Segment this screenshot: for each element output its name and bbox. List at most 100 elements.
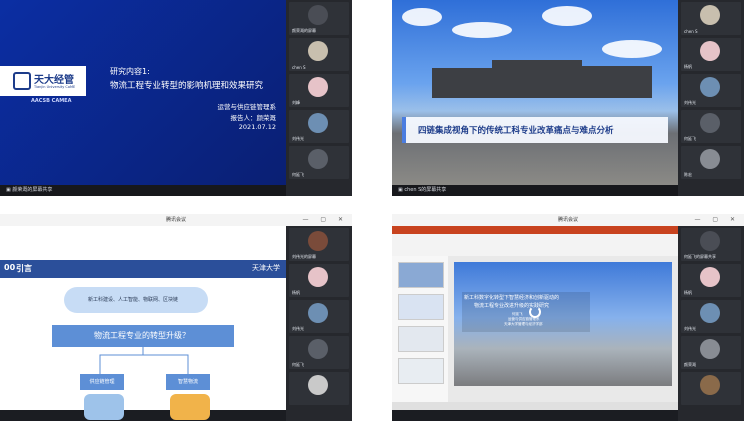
building [432, 68, 492, 98]
participant-tile[interactable]: 刘伟光 [681, 74, 741, 107]
avatar [308, 5, 328, 25]
participant-tile[interactable]: 刘伟光 [289, 110, 349, 143]
avatar [308, 113, 328, 133]
avatar [700, 5, 720, 25]
participant-tile[interactable]: chen S [681, 2, 741, 35]
participant-name: 刘伟光 [292, 136, 304, 141]
slide-header: 00 引言 天津大学 [0, 260, 286, 278]
question-text: 物流工程专业的转型升级？ [94, 331, 190, 340]
meeting-window-top-right: 四链集成视角下的传统工科专业改革痛点与难点分析 ▣ chen S的屏幕共享 ch… [392, 0, 744, 196]
participant-sidebar: 颜荣溉的屏幕 chen S 刘峰 刘伟光 何延飞 [286, 0, 352, 196]
participant-sidebar: 何延飞的屏幕共享 杨帆 刘伟光 颜荣溉 [678, 226, 744, 421]
section-number: 00 [4, 263, 16, 272]
powerpoint-window: 新工科数字化转型下智慧经济和创新驱动的 物流工程专业改进升级的实践研究 何延飞 … [392, 226, 678, 410]
participant-name: 颜荣溉的屏幕 [292, 28, 316, 33]
window-controls[interactable]: — ▢ ✕ [302, 214, 348, 226]
slide-org2: 天津大学管理与经济学部 [504, 322, 543, 326]
emblem-icon [13, 72, 31, 90]
share-status-bar: ▣ chen S的屏幕共享 [392, 185, 678, 196]
share-status-text: 颜荣溉的屏幕共享 [12, 187, 53, 193]
participant-tile[interactable]: 刘峰 [289, 74, 349, 107]
participant-name: 杨帆 [292, 290, 300, 295]
window-controls[interactable]: — ▢ ✕ [694, 214, 740, 226]
app-title: 腾讯会议 [165, 217, 186, 223]
shared-screen: 天大经管 Tianjin University CoME AACSB CAMEA… [0, 0, 286, 185]
participant-sidebar: 刘伟光的屏幕 杨帆 刘伟光 何延飞 [286, 226, 352, 421]
slide-banner: 四链集成视角下的传统工科专业改革痛点与难点分析 [402, 117, 668, 143]
illustration-image [170, 394, 210, 420]
avatar [700, 267, 720, 287]
participant-tile[interactable]: 杨帆 [681, 38, 741, 71]
participant-tile[interactable]: 何延飞的屏幕共享 [681, 228, 741, 261]
slide-thumbnail[interactable] [398, 262, 444, 288]
building [492, 60, 582, 98]
meeting-window-top-left: 天大经管 Tianjin University CoME AACSB CAMEA… [0, 0, 352, 196]
cloud-shape [402, 8, 442, 26]
slide-banner-text: 四链集成视角下的传统工科专业改革痛点与难点分析 [418, 126, 614, 136]
avatar [308, 77, 328, 97]
participant-tile[interactable] [681, 372, 741, 405]
accreditation-text: AACSB CAMEA [31, 98, 72, 104]
participant-name: 何延飞 [684, 136, 696, 141]
section-title: 引言 [16, 264, 32, 273]
university-logo: 天大经管 Tianjin University CoME [0, 66, 86, 96]
participant-name: 颜荣溉 [684, 362, 696, 367]
participant-tile[interactable]: 刘伟光 [681, 300, 741, 333]
slide-date: 2021.07.12 [238, 123, 276, 131]
participant-tile[interactable]: 颜荣溉 [681, 336, 741, 369]
participant-name: 何延飞 [292, 172, 304, 177]
avatar [700, 41, 720, 61]
participant-name: chen S [684, 29, 698, 34]
avatar [308, 41, 328, 61]
meeting-window-bottom-right: 腾讯会议 — ▢ ✕ 新工科数字化转型下智慧经济和创新驱动的 物流工程专业改进升… [392, 214, 744, 421]
participant-tile[interactable]: chen S [289, 38, 349, 71]
slide-title-block: 新工科数字化转型下智慧经济和创新驱动的 物流工程专业改进升级的实践研究 何延飞 … [462, 292, 590, 332]
keywords-text: 新工科建设、人工智能、物联网、区块链 [88, 297, 179, 303]
smart-logistics-label: 智慧物流 [177, 379, 198, 385]
participant-tile[interactable]: 刘伟光 [289, 300, 349, 333]
avatar [308, 149, 328, 169]
avatar [308, 339, 328, 359]
shared-screen [0, 226, 286, 410]
keywords-cloud: 新工科建设、人工智能、物联网、区块链 [64, 287, 208, 313]
participant-tile[interactable]: 何延飞 [289, 336, 349, 369]
participant-name: chen S [292, 65, 306, 70]
meeting-window-bottom-left: 腾讯会议 — ▢ ✕ 00 引言 天津大学 新工科建设、人工智能、物联网、区块链… [0, 214, 352, 421]
slide-title-line1: 新工科数字化转型下智慧经济和创新驱动的 [464, 295, 560, 301]
ppt-toolbar[interactable] [392, 234, 678, 256]
avatar [700, 231, 720, 251]
avatar [308, 267, 328, 287]
slide-thumbnail[interactable] [398, 326, 444, 352]
slide-thumbnail[interactable] [398, 358, 444, 384]
avatar [700, 303, 720, 323]
participant-tile[interactable]: 颜荣溉的屏幕 [289, 2, 349, 35]
avatar [308, 375, 328, 395]
slide-title-line1: 研究内容1: [110, 67, 150, 76]
avatar [700, 113, 720, 133]
share-status-text: chen S的屏幕共享 [404, 187, 447, 193]
slide-thumbnail[interactable] [398, 294, 444, 320]
avatar [700, 77, 720, 97]
app-titlebar: 腾讯会议 — ▢ ✕ [392, 214, 744, 226]
participant-tile[interactable]: 刘伟光的屏幕 [289, 228, 349, 261]
avatar [700, 149, 720, 169]
shared-screen: 四链集成视角下的传统工科专业改革痛点与难点分析 [392, 0, 678, 185]
participant-tile[interactable]: 杨帆 [681, 264, 741, 297]
building [582, 66, 652, 98]
participant-tile[interactable]: 何延飞 [289, 146, 349, 179]
slide-title-line2: 物流工程专业转型的影响机理和效果研究 [110, 81, 264, 91]
loading-spinner-icon [529, 306, 541, 318]
participant-tile[interactable]: 何延飞 [681, 110, 741, 143]
avatar [700, 339, 720, 359]
participant-tile[interactable]: 陈宏 [681, 146, 741, 179]
participant-name: 刘伟光 [292, 326, 304, 331]
participant-name: 刘伟光 [684, 326, 696, 331]
ppt-statusbar [392, 402, 678, 410]
smart-logistics-box: 智慧物流 [166, 374, 210, 390]
participant-tile[interactable] [289, 372, 349, 405]
participant-tile[interactable]: 杨帆 [289, 264, 349, 297]
supply-chain-box: 供应链管理 [80, 374, 124, 390]
slide-reporter: 报告人：颜荣溉 [230, 114, 277, 122]
participant-name: 何延飞 [292, 362, 304, 367]
participant-sidebar: chen S 杨帆 刘伟光 何延飞 陈宏 [678, 0, 744, 196]
